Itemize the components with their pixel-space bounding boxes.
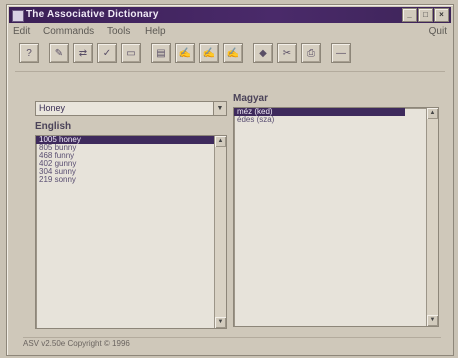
delete-word-icon[interactable]: ✍	[223, 43, 243, 63]
copy-word-icon[interactable]: ✎	[49, 43, 69, 63]
title-bar[interactable]: The Associative Dictionary _ □ ×	[9, 7, 451, 23]
english-listbox[interactable]: 1005 honey 805 bunny 468 funny 402 gunny…	[35, 135, 227, 329]
menu-edit[interactable]: Edit	[13, 25, 30, 39]
menu-tools[interactable]: Tools	[107, 25, 130, 39]
scroll-up-icon[interactable]: ▲	[427, 108, 438, 119]
minus-icon[interactable]: —	[331, 43, 351, 63]
scroll-down-icon[interactable]: ▼	[215, 317, 226, 328]
maximize-button[interactable]: □	[418, 8, 433, 22]
chevron-down-icon[interactable]: ▼	[213, 102, 226, 115]
toolbar-divider	[15, 71, 445, 72]
window-controls: _ □ ×	[402, 8, 449, 22]
toolbar: ? ✎ ⇄ ✓ ▭ ▤ ✍ ✍ ✍ ◆ ✂ ⎙ —	[19, 43, 351, 65]
print-icon[interactable]: ⎙	[301, 43, 321, 63]
scroll-up-icon[interactable]: ▲	[215, 136, 226, 147]
search-combo-value: Honey	[39, 103, 66, 113]
english-label: English	[35, 121, 72, 132]
card-icon[interactable]: ▭	[121, 43, 141, 63]
menu-help[interactable]: Help	[145, 25, 166, 39]
lookup-icon[interactable]: ✓	[97, 43, 117, 63]
magyar-label: Magyar	[233, 93, 269, 104]
menu-quit[interactable]: Quit	[429, 25, 447, 39]
help-icon[interactable]: ?	[19, 43, 39, 63]
search-combo[interactable]: Honey ▼	[35, 101, 227, 116]
scroll-down-icon[interactable]: ▼	[427, 315, 438, 326]
window-title: The Associative Dictionary	[26, 9, 159, 20]
close-button[interactable]: ×	[434, 8, 449, 22]
dictionary-icon[interactable]: ▤	[151, 43, 171, 63]
edit-word-icon[interactable]: ✍	[199, 43, 219, 63]
magyar-listbox[interactable]: méz (ked) édes (sza) ▲ ▼	[233, 107, 439, 327]
app-icon[interactable]	[12, 10, 24, 22]
english-scrollbar[interactable]: ▲ ▼	[214, 136, 226, 328]
list-item[interactable]: 219 sonny	[36, 176, 226, 184]
minimize-button[interactable]: _	[402, 8, 417, 22]
add-word-icon[interactable]: ✍	[175, 43, 195, 63]
magyar-scrollbar[interactable]: ▲ ▼	[426, 108, 438, 326]
app-window: The Associative Dictionary _ □ × Edit Co…	[6, 4, 454, 356]
link-icon[interactable]: ⇄	[73, 43, 93, 63]
list-item[interactable]: édes (sza)	[234, 116, 438, 124]
menu-bar: Edit Commands Tools Help Quit	[9, 25, 451, 39]
status-bar: ASV v2.50e Copyright © 1996	[23, 337, 441, 350]
menu-commands[interactable]: Commands	[43, 25, 94, 39]
eye-icon[interactable]: ◆	[253, 43, 273, 63]
status-text: ASV v2.50e Copyright © 1996	[23, 339, 130, 348]
scissors-icon[interactable]: ✂	[277, 43, 297, 63]
